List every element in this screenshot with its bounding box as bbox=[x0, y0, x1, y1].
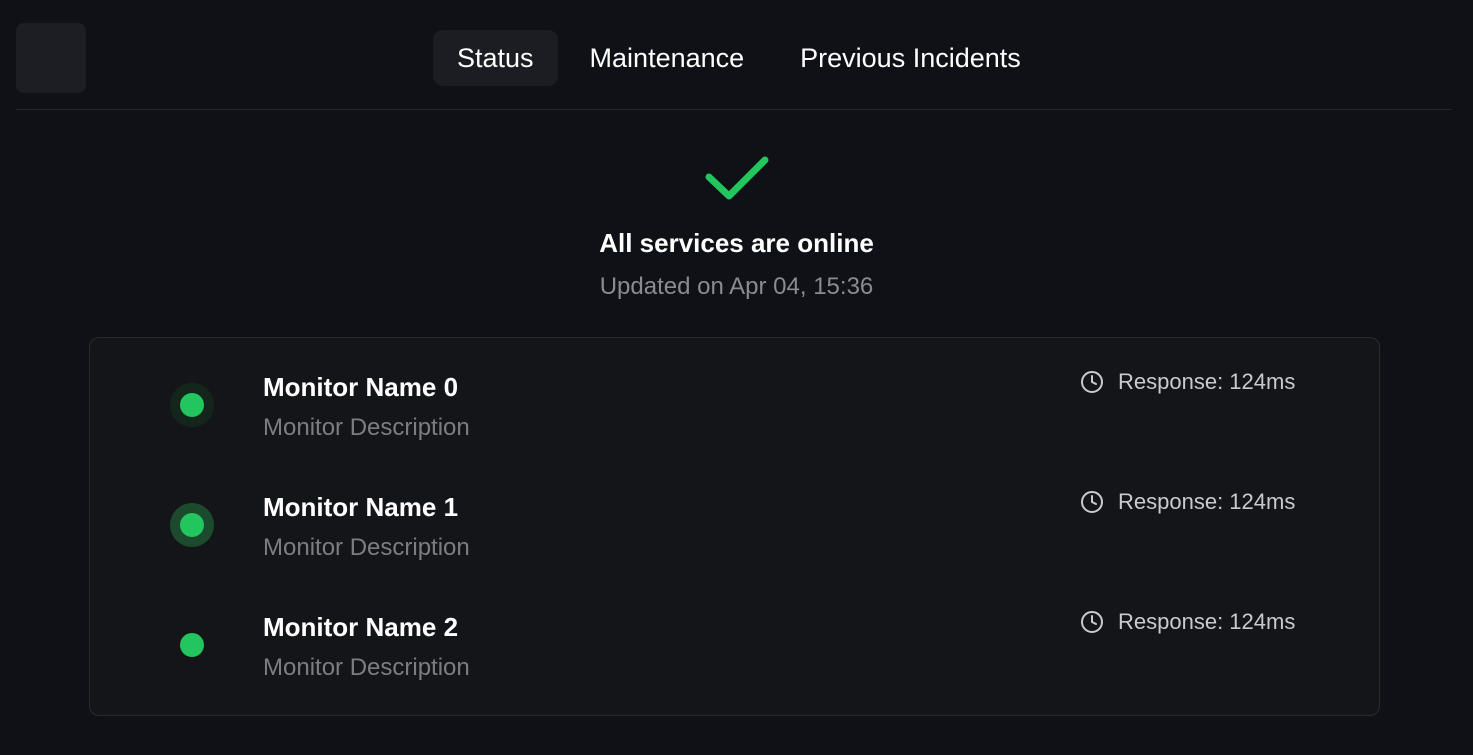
top-header: Status Maintenance Previous Incidents bbox=[16, 0, 1452, 110]
clock-icon bbox=[1081, 491, 1103, 513]
monitor-description: Monitor Description bbox=[263, 654, 470, 681]
response-time: Response: 124ms bbox=[1080, 369, 1295, 395]
status-updated-time: Updated on Apr 04, 15:36 bbox=[599, 273, 874, 300]
monitor-name: Monitor Name 1 bbox=[263, 492, 459, 522]
tab-maintenance[interactable]: Maintenance bbox=[566, 30, 769, 86]
monitor-description: Monitor Description bbox=[263, 414, 470, 441]
monitor-list: Monitor Name 0 Monitor Description Respo… bbox=[89, 337, 1380, 716]
monitor-name: Monitor Name 2 bbox=[263, 612, 459, 642]
clock-icon bbox=[1081, 611, 1103, 633]
response-label: Response: 124ms bbox=[1118, 609, 1296, 634]
main-nav: Status Maintenance Previous Incidents bbox=[433, 30, 1045, 86]
monitor-row[interactable]: Monitor Name 1 Monitor Description Respo… bbox=[90, 458, 1379, 578]
status-dot bbox=[180, 393, 204, 417]
response-label: Response: 124ms bbox=[1118, 369, 1296, 394]
status-indicator bbox=[170, 623, 214, 667]
monitor-row[interactable]: Monitor Name 0 Monitor Description Respo… bbox=[90, 338, 1379, 458]
status-indicator bbox=[170, 503, 214, 547]
status-indicator bbox=[170, 383, 214, 427]
clock-icon bbox=[1081, 371, 1103, 393]
monitor-name: Monitor Name 0 bbox=[263, 372, 459, 402]
tab-status[interactable]: Status bbox=[433, 30, 558, 86]
tab-previous-incidents[interactable]: Previous Incidents bbox=[776, 30, 1045, 86]
logo[interactable] bbox=[16, 23, 86, 93]
overall-status: All services are online Updated on Apr 0… bbox=[0, 150, 1473, 301]
status-dot bbox=[180, 513, 204, 537]
response-time: Response: 124ms bbox=[1080, 609, 1295, 635]
checkmark-icon bbox=[705, 156, 768, 200]
status-dot bbox=[180, 633, 204, 657]
response-label: Response: 124ms bbox=[1118, 489, 1296, 514]
status-page: Status Maintenance Previous Incidents Al… bbox=[0, 0, 1473, 755]
response-time: Response: 124ms bbox=[1080, 489, 1295, 515]
monitor-description: Monitor Description bbox=[263, 534, 470, 561]
status-title: All services are online bbox=[599, 228, 874, 258]
monitor-row[interactable]: Monitor Name 2 Monitor Description Respo… bbox=[90, 578, 1379, 698]
